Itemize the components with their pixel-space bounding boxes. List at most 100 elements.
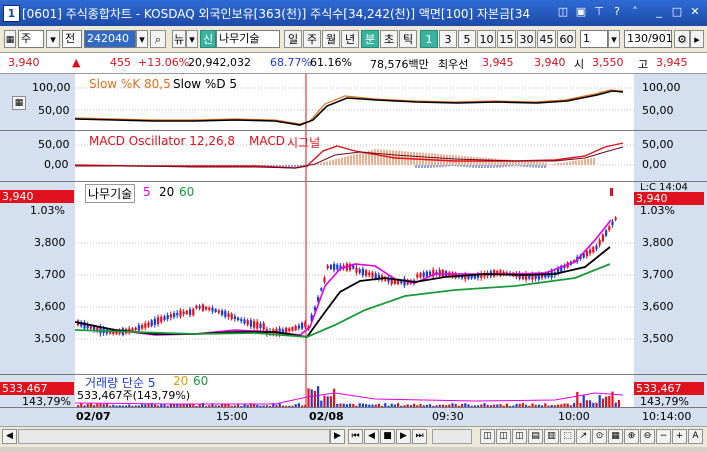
macd-histogram-bar — [427, 165, 429, 168]
scroll-track[interactable] — [18, 429, 330, 444]
jeon-select[interactable]: 전 — [62, 30, 82, 48]
first-page-icon[interactable]: ⏮ — [348, 429, 363, 444]
minute-5-button[interactable]: 5 — [458, 30, 476, 48]
window-icon-2[interactable]: ▣ — [574, 5, 588, 19]
macd-histogram-bar — [487, 165, 489, 168]
tool-icon-3[interactable]: ◫ — [512, 429, 527, 444]
maximize-icon[interactable]: □ — [670, 5, 684, 19]
volume-bar — [601, 398, 604, 407]
zoom-in-icon[interactable]: ⊕ — [624, 429, 639, 444]
tool-icon-5[interactable]: ▥ — [544, 429, 559, 444]
minus-icon[interactable]: − — [656, 429, 671, 444]
candle-body — [157, 317, 160, 324]
chart-scrollbar[interactable]: ◀ ▶ ⏮ ◀ ■ ▶ ⏭ ◫ ◫ ◫ ▤ ▥ ⬚ ↗ ⊙ ▦ ⊕ ⊖ − + … — [0, 426, 707, 447]
macd-histogram-bar — [332, 159, 334, 165]
candle-body — [169, 314, 172, 318]
period-day-button[interactable]: 일 — [284, 30, 302, 48]
volume-bar — [598, 394, 601, 407]
stop-icon[interactable]: ■ — [380, 429, 395, 444]
minute-45-button[interactable]: 45 — [537, 30, 556, 48]
news-dropdown-icon[interactable]: ▾ — [186, 30, 198, 48]
minute-15-button[interactable]: 15 — [497, 30, 516, 48]
price-plot[interactable]: 나무기술 5 20 60 — [74, 182, 634, 374]
minute-60-button[interactable]: 60 — [557, 30, 576, 48]
settings-icon[interactable]: ⚙ — [674, 30, 690, 48]
candle-body — [288, 328, 291, 332]
dropdown-icon[interactable]: ▾ — [46, 30, 60, 48]
pin-icon[interactable]: ⊤ — [592, 5, 606, 19]
search-icon[interactable]: ⌕ — [150, 30, 166, 48]
minute-1-button[interactable]: 1 — [420, 30, 438, 48]
period-week-button[interactable]: 주 — [303, 30, 321, 48]
macd-histogram-bar — [445, 165, 447, 167]
tool-icon-7[interactable]: ↗ — [576, 429, 591, 444]
macd-histogram-bar — [460, 165, 462, 167]
candle-body — [205, 307, 208, 310]
macd-histogram-bar — [590, 158, 592, 165]
macd-plot[interactable]: MACD Oscillator 12,26,8 MACD 시그널 — [74, 131, 634, 181]
sin-button[interactable]: 신 — [200, 30, 216, 48]
chart-area[interactable]: ▦ 100,00 50,00 Slow %K 80,5 Slow %D 5 10… — [0, 74, 707, 426]
price-tick-3500: 3,500 — [34, 332, 66, 345]
calendar-icon[interactable]: ▦ — [4, 30, 16, 48]
period-second-button[interactable]: 초 — [380, 30, 398, 48]
current-price: 3,940 — [8, 56, 40, 69]
grid-icon[interactable]: ▦ — [12, 96, 26, 110]
scroll-left-icon[interactable]: ◀ — [2, 429, 17, 444]
price-legend-ma5: 5 — [143, 185, 151, 199]
next-page-icon[interactable]: ▶ — [396, 429, 411, 444]
tool-icon-1[interactable]: ◫ — [480, 429, 495, 444]
tool-icon-8[interactable]: ⊙ — [592, 429, 607, 444]
toolbar: ▦ 주 ▾ 전 242040 ▾ ⌕ 뉴 ▾ 신 나무기술 일 주 월 년 분 … — [0, 26, 707, 53]
macd-histogram-bar — [533, 161, 535, 165]
tool-icon-4[interactable]: ▤ — [528, 429, 543, 444]
candle-body — [285, 327, 288, 334]
window-icon-1[interactable]: ◫ — [556, 5, 570, 19]
tool-icon-9[interactable]: ▦ — [608, 429, 623, 444]
macd-histogram-bar — [529, 165, 531, 168]
time-label-0930: 09:30 — [432, 410, 464, 423]
tool-icon-6[interactable]: ⬚ — [560, 429, 575, 444]
best-bid: 3,940 — [534, 56, 566, 69]
price-tick-3700: 3,700 — [34, 268, 66, 281]
tool-icon-2[interactable]: ◫ — [496, 429, 511, 444]
font-icon[interactable]: A — [688, 429, 703, 444]
minute-3-button[interactable]: 3 — [439, 30, 457, 48]
stock-code-input[interactable]: 242040 — [84, 30, 136, 48]
minute-30-button[interactable]: 30 — [517, 30, 536, 48]
count-field[interactable]: 130/901 — [624, 30, 673, 48]
scroll-right-icon[interactable]: ▶ — [330, 429, 345, 444]
unit-input[interactable]: 1 — [580, 30, 608, 48]
macd-histogram-bar — [359, 153, 361, 165]
period-minute-button[interactable]: 분 — [361, 30, 379, 48]
volume-plot[interactable]: 거래량 단순 5 20 60 533,467주(143,79%) — [74, 374, 634, 407]
time-label-current: 10:14:00 — [642, 410, 692, 423]
plus-icon[interactable]: + — [672, 429, 687, 444]
chevron-up-icon[interactable]: ˄ — [628, 5, 642, 19]
minimize-icon[interactable]: _ — [652, 5, 666, 19]
unit-dropdown-icon[interactable]: ▾ — [608, 30, 620, 48]
period-year-button[interactable]: 년 — [341, 30, 359, 48]
period-month-button[interactable]: 월 — [322, 30, 340, 48]
zoom-track[interactable] — [432, 429, 472, 444]
candle-body — [371, 272, 374, 278]
candle-body — [301, 322, 304, 329]
zoom-out-icon[interactable]: ⊖ — [640, 429, 655, 444]
help-icon[interactable]: ? — [610, 5, 624, 19]
minute-10-button[interactable]: 10 — [477, 30, 496, 48]
macd-histogram-bar — [448, 165, 450, 167]
market-select[interactable]: 주 — [18, 30, 44, 48]
close-icon[interactable]: ✕ — [688, 5, 702, 19]
candle-body — [134, 327, 137, 331]
stoch-plot[interactable]: Slow %K 80,5 Slow %D 5 — [74, 74, 634, 130]
macd-histogram-bar — [481, 165, 483, 168]
macd-histogram-bar — [353, 154, 355, 165]
more-icon[interactable]: ▸ — [690, 30, 704, 48]
prev-page-icon[interactable]: ◀ — [364, 429, 379, 444]
last-page-icon[interactable]: ⏭ — [412, 429, 427, 444]
chevron-down-icon[interactable]: ▾ — [136, 30, 148, 48]
period-tick-button[interactable]: 틱 — [399, 30, 417, 48]
news-button[interactable]: 뉴 — [172, 30, 186, 48]
price-legend-ma60: 60 — [179, 185, 195, 199]
volume-left-axis: 533,467 143,79% — [0, 375, 75, 408]
